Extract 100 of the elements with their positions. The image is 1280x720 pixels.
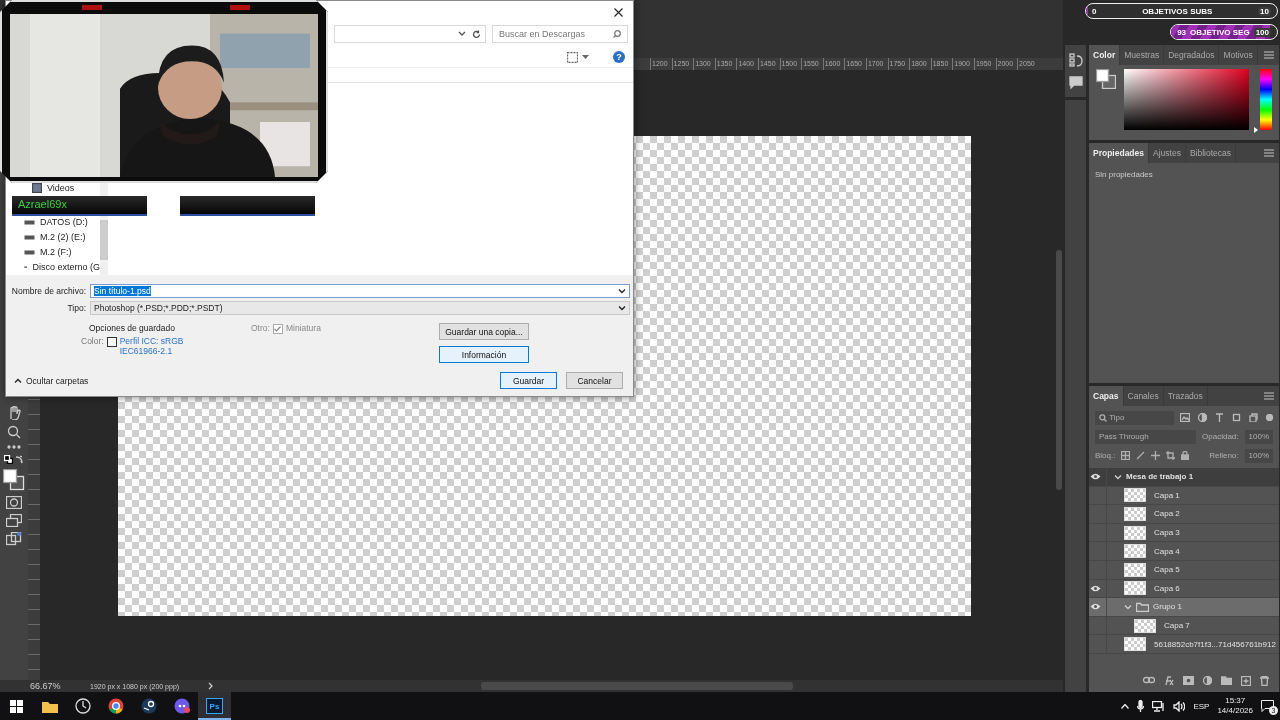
- adjustment-filter-icon[interactable]: [1198, 413, 1207, 422]
- visibility-toggle[interactable]: [1089, 468, 1107, 486]
- taskbar-app[interactable]: Ps: [198, 692, 231, 720]
- layer-row[interactable]: Capa 1: [1089, 486, 1279, 506]
- swap-icon[interactable]: [15, 455, 24, 464]
- link-icon[interactable]: [1143, 676, 1155, 684]
- type-select[interactable]: Photoshop (*.PSD;*.PDD;*.PSDT): [90, 301, 630, 315]
- panel-tab[interactable]: Canales: [1123, 386, 1164, 406]
- more-icon[interactable]: [7, 444, 21, 450]
- clock[interactable]: 15:37 14/4/2026: [1217, 696, 1253, 716]
- color-swatch-icon[interactable]: [1096, 69, 1116, 89]
- nav-item[interactable]: DATOS (D:): [6, 214, 100, 230]
- quick-mask-icon[interactable]: [6, 496, 22, 509]
- default-colors-icon[interactable]: [4, 455, 13, 464]
- eye-icon[interactable]: [1090, 603, 1101, 611]
- search-field[interactable]: Tipo: [1095, 410, 1174, 425]
- panel-tab[interactable]: Muestras: [1120, 45, 1165, 65]
- layer-row[interactable]: Mesa de trabajo 1: [1089, 468, 1279, 487]
- eye-icon[interactable]: [1090, 584, 1101, 592]
- checkbox[interactable]: [106, 337, 117, 347]
- hand-icon[interactable]: [7, 406, 21, 420]
- layer-row[interactable]: Grupo 1: [1089, 598, 1279, 617]
- chevron-icon[interactable]: [1114, 472, 1122, 481]
- smart-object-filter-icon[interactable]: [1249, 413, 1258, 422]
- nav-item[interactable]: M.2 (2) (E:): [6, 229, 100, 245]
- menu-icon[interactable]: [1264, 149, 1274, 157]
- chevron-icon[interactable]: [618, 288, 626, 294]
- lock-icon[interactable]: [1181, 451, 1190, 460]
- move-icon[interactable]: [1151, 451, 1161, 460]
- adjustment-icon[interactable]: [1203, 676, 1212, 685]
- color-field[interactable]: [1124, 69, 1249, 130]
- panel-tab[interactable]: Capas: [1089, 386, 1124, 406]
- nav-item[interactable]: Disco externo (G: [6, 259, 100, 275]
- view-icon[interactable]: [567, 51, 578, 63]
- search-field[interactable]: Buscar en Descargas: [492, 25, 628, 43]
- screen-mode-icon[interactable]: [6, 514, 22, 527]
- dialog-button[interactable]: Cancelar: [566, 372, 623, 389]
- filename-field[interactable]: Sin título-1.psd: [90, 284, 630, 298]
- checkbox[interactable]: [272, 324, 283, 334]
- lock-pixels-icon[interactable]: [1121, 451, 1131, 460]
- visibility-toggle[interactable]: [1089, 598, 1107, 616]
- panel-tab[interactable]: Bibliotecas: [1185, 143, 1236, 163]
- blend-mode-select[interactable]: Pass Through: [1095, 429, 1197, 444]
- color-swatch-icon[interactable]: [3, 469, 25, 491]
- volume-icon[interactable]: [1173, 700, 1186, 712]
- image-filter-icon[interactable]: [1180, 413, 1190, 422]
- layer-row[interactable]: Capa 4: [1089, 542, 1279, 561]
- menu-icon[interactable]: [1264, 51, 1274, 59]
- zoom-icon[interactable]: [7, 425, 21, 439]
- fx-icon[interactable]: [1164, 676, 1174, 686]
- scrollbar-thumb[interactable]: [1056, 250, 1062, 490]
- filter-toggle-icon[interactable]: [1266, 414, 1273, 421]
- panel-tab[interactable]: Color: [1089, 45, 1121, 65]
- layer-row[interactable]: Capa 2: [1089, 505, 1279, 524]
- microphone-icon[interactable]: [1137, 700, 1145, 712]
- layer-name: Capa 7: [1164, 621, 1190, 631]
- panel-tab[interactable]: Motivos: [1219, 45, 1258, 65]
- trash-icon[interactable]: [1260, 676, 1269, 686]
- squares-icon[interactable]: [6, 532, 22, 546]
- language-indicator[interactable]: ESP: [1193, 701, 1210, 711]
- opacity-field[interactable]: 100%: [1244, 429, 1273, 444]
- new-layer-icon[interactable]: [1241, 676, 1251, 686]
- folder-icon[interactable]: [1221, 676, 1232, 685]
- shape-filter-icon[interactable]: [1232, 413, 1241, 422]
- zoom-level: 66.67%: [29, 681, 62, 691]
- crop-icon[interactable]: [1166, 451, 1176, 460]
- layer-row[interactable]: Capa 7: [1089, 616, 1279, 636]
- start-icon[interactable]: [10, 699, 23, 713]
- chevron-icon[interactable]: [618, 305, 626, 311]
- close-icon[interactable]: [613, 7, 623, 17]
- panel-tab[interactable]: Trazados: [1163, 386, 1208, 406]
- profile-link[interactable]: Perfil ICC: sRGB IEC61966-2.1: [119, 336, 190, 356]
- hide-folders-button[interactable]: Ocultar carpetas: [14, 375, 89, 386]
- scrollbar-thumb[interactable]: [100, 220, 108, 260]
- network-icon[interactable]: [1152, 700, 1166, 712]
- panel-tab[interactable]: Propiedades: [1089, 143, 1150, 163]
- comment-icon[interactable]: [1068, 76, 1083, 89]
- caret-up-icon[interactable]: [1121, 703, 1130, 709]
- panel-tab[interactable]: Degradados: [1164, 45, 1220, 65]
- layer-row[interactable]: 5618852cb7f1f3...71d456761b912: [1089, 635, 1279, 654]
- dialog-button[interactable]: Información: [439, 346, 529, 363]
- mask-icon[interactable]: [1183, 676, 1194, 685]
- fill-field[interactable]: 100%: [1244, 448, 1273, 463]
- history-icon[interactable]: [1068, 53, 1083, 67]
- chevron-icon[interactable]: [458, 31, 466, 37]
- panel-tab[interactable]: Ajustes: [1149, 143, 1186, 163]
- layer-row[interactable]: Capa 5: [1089, 560, 1279, 580]
- menu-icon[interactable]: [1264, 392, 1274, 400]
- help-button[interactable]: ?: [613, 51, 625, 63]
- nav-item[interactable]: Videos: [6, 182, 100, 195]
- eye-icon[interactable]: [1090, 473, 1101, 481]
- layer-row[interactable]: Capa 3: [1089, 523, 1279, 543]
- dialog-button[interactable]: Guardar: [500, 372, 557, 389]
- nav-item[interactable]: M.2 (F:): [6, 244, 100, 260]
- scrollbar-thumb[interactable]: [481, 682, 793, 690]
- visibility-toggle[interactable]: [1089, 579, 1107, 598]
- dialog-button[interactable]: Guardar una copia...: [439, 323, 529, 340]
- refresh-icon[interactable]: [472, 29, 481, 39]
- type-filter-icon[interactable]: [1215, 413, 1224, 422]
- brush-icon[interactable]: [1136, 451, 1146, 460]
